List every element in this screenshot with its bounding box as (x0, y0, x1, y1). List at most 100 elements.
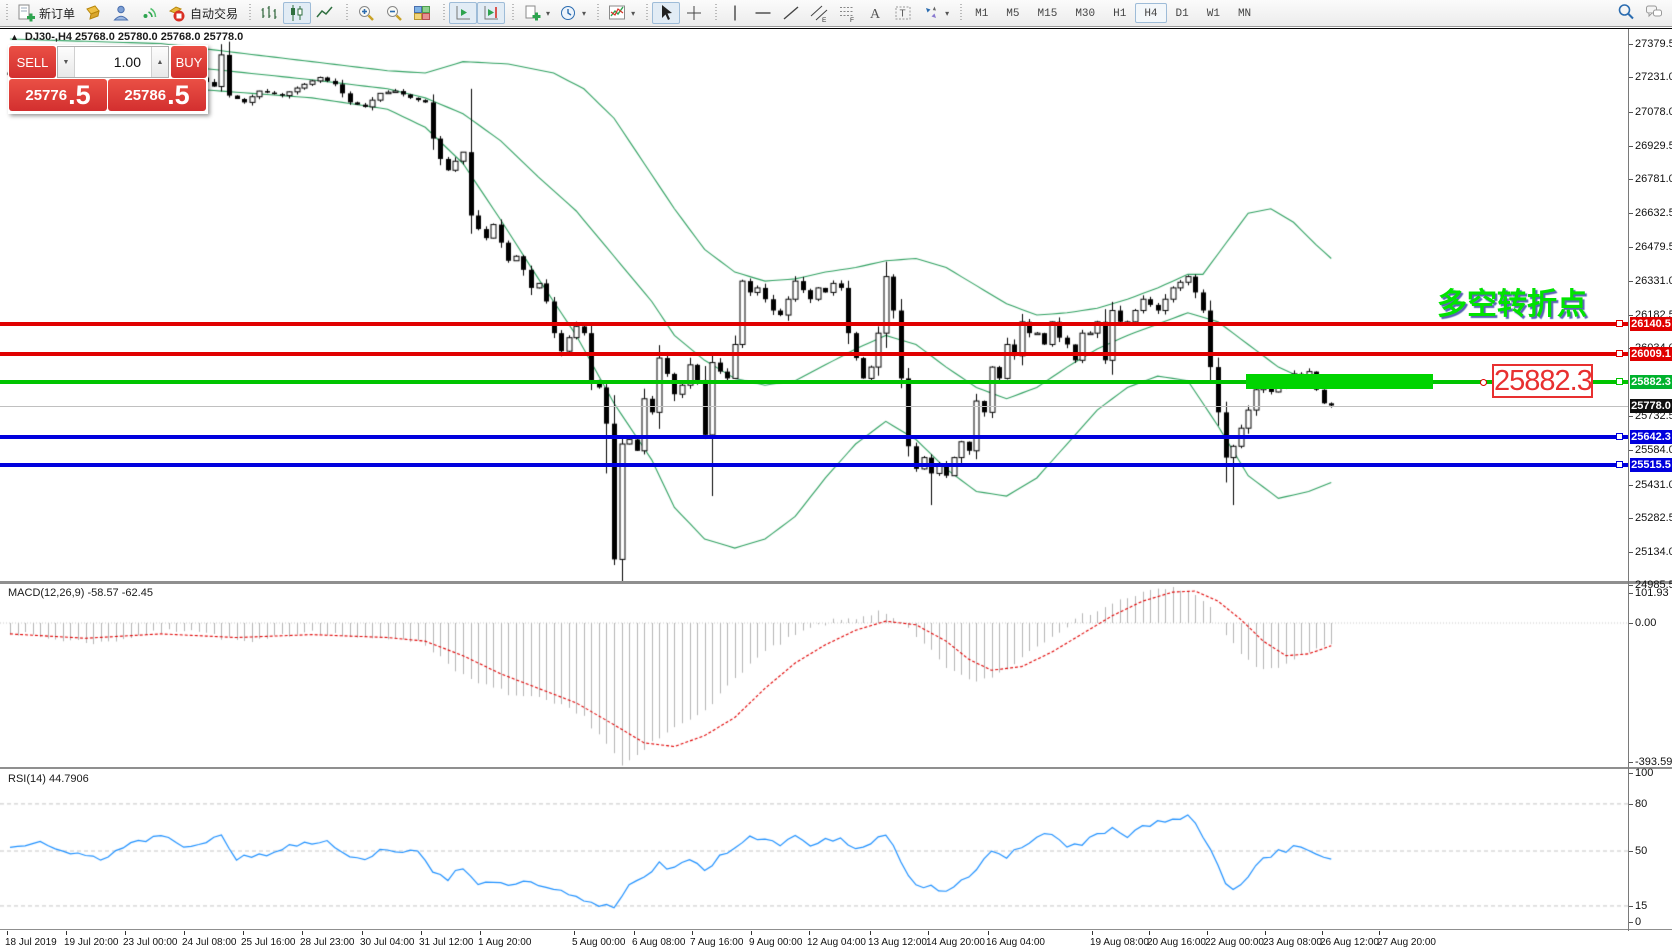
tile-windows-button[interactable] (408, 2, 436, 24)
bar-chart-button[interactable] (255, 2, 283, 24)
quotes-button[interactable] (79, 2, 107, 24)
search-button[interactable] (1612, 1, 1640, 23)
hline-object-25778[interactable] (0, 406, 1628, 407)
price-chart-canvas[interactable] (0, 29, 1628, 581)
volume-decrease-button[interactable]: ▼ (58, 47, 75, 77)
volume-input[interactable]: 1.00 (75, 54, 151, 70)
cursor-icon (656, 3, 676, 23)
new-chart-button[interactable]: ▾ (518, 2, 554, 24)
volume-increase-button[interactable]: ▲ (151, 47, 168, 77)
time-tick-mark (1149, 931, 1150, 935)
hline-end-marker[interactable] (1616, 461, 1623, 468)
fibonacci-button[interactable]: F (833, 2, 861, 24)
macd-main-value: -58.57 (87, 587, 118, 599)
profile-button[interactable] (107, 2, 135, 24)
rsi-axis-label: 50 (1635, 845, 1647, 857)
rsi-axis-label: 80 (1635, 798, 1647, 810)
new-order-button[interactable]: 新订单 (12, 2, 79, 24)
time-tick-label: 12 Aug 04:00 (807, 937, 866, 948)
price-callout-label[interactable]: 25882.3 (1492, 364, 1593, 398)
signal-button[interactable] (135, 2, 163, 24)
hline-icon (753, 3, 773, 23)
hline-end-marker[interactable] (1616, 350, 1623, 357)
hline-object-25642.3[interactable] (0, 435, 1628, 439)
sell-price-frac: .5 (68, 82, 91, 108)
arrows-button[interactable]: ▾ (917, 2, 953, 24)
arrows-icon (921, 3, 941, 23)
rsi-panel-separator[interactable] (0, 767, 1672, 769)
chat-icon (1644, 2, 1664, 22)
chat-button[interactable] (1640, 1, 1668, 23)
chart-shift-button[interactable] (477, 2, 505, 24)
timeframe-button-w1[interactable]: W1 (1198, 3, 1229, 23)
rsi-axis-label: 100 (1635, 767, 1653, 779)
toolbar-group: EFAT▾ (711, 0, 956, 26)
timeframe-button-h4[interactable]: H4 (1135, 3, 1166, 23)
timeframe-button-d1[interactable]: D1 (1167, 3, 1198, 23)
search-icon (1616, 2, 1636, 22)
candlestick-button[interactable] (283, 2, 311, 24)
buy-price-button[interactable]: 25786.5 (108, 79, 206, 111)
timeframe-button-h1[interactable]: H1 (1104, 3, 1135, 23)
toolbar-right (1612, 1, 1668, 23)
hline-object-26009.1[interactable] (0, 352, 1628, 356)
label-button[interactable]: T (889, 2, 917, 24)
hline-object-25515.5[interactable] (0, 463, 1628, 467)
hline-end-marker[interactable] (1616, 378, 1623, 385)
vline-button[interactable] (721, 2, 749, 24)
price-tick-label: 27078.0 (1635, 106, 1672, 118)
axis-tick-mark (1629, 623, 1633, 624)
time-axis[interactable]: 18 Jul 201919 Jul 20:0023 Jul 00:0024 Ju… (0, 931, 1672, 950)
zoom-in-icon (356, 3, 376, 23)
timeframe-button-m30[interactable]: M30 (1066, 3, 1104, 23)
hline-end-marker[interactable] (1616, 433, 1623, 440)
timeframe-button-mn[interactable]: MN (1229, 3, 1260, 23)
channel-button[interactable]: E (805, 2, 833, 24)
macd-panel-separator[interactable] (0, 581, 1672, 584)
hline-button[interactable] (749, 2, 777, 24)
price-axis[interactable]: 27379.527231.027078.026929.526781.026632… (1629, 29, 1672, 950)
timeframe-button-m1[interactable]: M1 (966, 3, 997, 23)
toolbar-group (439, 0, 508, 26)
sell-price-button[interactable]: 25776.5 (9, 79, 107, 111)
rsi-title-label: RSI(14) (8, 773, 46, 785)
trend-annotation-text[interactable]: 多空转折点 (1437, 279, 1587, 323)
indicators-button[interactable]: ▾ (603, 2, 639, 24)
buy-button[interactable]: BUY (171, 46, 207, 78)
profile-icon (111, 3, 131, 23)
hline-object-26140.5[interactable] (0, 322, 1628, 326)
rsi-axis-label: 0 (1635, 916, 1641, 928)
autotrading-button[interactable]: 自动交易 (163, 2, 242, 24)
period-button[interactable]: ▾ (554, 2, 590, 24)
axis-tick-mark (1629, 593, 1633, 594)
time-tick-label: 7 Aug 16:00 (690, 937, 743, 948)
price-tick-label: 26479.5 (1635, 241, 1672, 253)
price-tick-mark (1629, 585, 1633, 586)
macd-signal-value: -62.45 (122, 587, 153, 599)
chart-window: 25882.3 多空转折点 ▲DJ30-,H4 25768.0 25780.0 … (0, 28, 1672, 950)
rsi-panel-canvas (0, 769, 1628, 929)
one-click-collapse-toggle[interactable]: ▲ (10, 32, 19, 42)
text-button[interactable]: A (861, 2, 889, 24)
autotrading-icon (167, 3, 187, 23)
toolbar-group: ▾ (593, 0, 642, 26)
trendline-button[interactable] (777, 2, 805, 24)
time-tick-label: 1 Aug 20:00 (478, 937, 531, 948)
zoom-out-button[interactable] (380, 2, 408, 24)
line-chart-button[interactable] (311, 2, 339, 24)
hline-end-marker[interactable] (1616, 320, 1623, 327)
crosshair-button[interactable] (680, 2, 708, 24)
sell-button[interactable]: SELL (9, 46, 56, 78)
auto-scroll-button[interactable] (449, 2, 477, 24)
timeframe-button-m5[interactable]: M5 (997, 3, 1028, 23)
line-anchor-marker[interactable] (1480, 379, 1487, 386)
timeframe-button-m15[interactable]: M15 (1029, 3, 1067, 23)
zoom-in-button[interactable] (352, 2, 380, 24)
highlight-rectangle-object[interactable] (1246, 374, 1433, 389)
price-tick-label: 25134.0 (1635, 546, 1672, 558)
axis-tick-mark (1629, 906, 1633, 907)
cursor-button[interactable] (652, 2, 680, 24)
time-tick-mark (7, 931, 8, 935)
buy-price-frac: .5 (167, 82, 190, 108)
price-tick-mark (1629, 44, 1633, 45)
